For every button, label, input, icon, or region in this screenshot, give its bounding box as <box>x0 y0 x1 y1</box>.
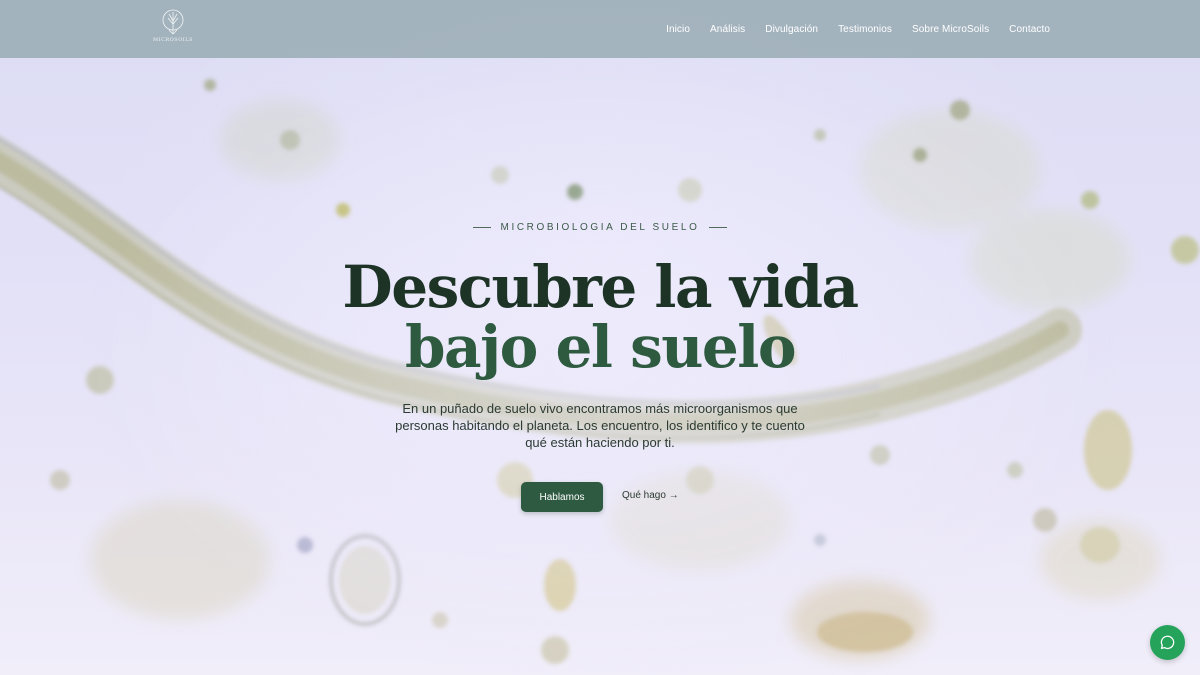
hero-section: MICROBIOLOGIA DEL SUELO Descubre la vida… <box>0 0 1200 675</box>
hablamos-button[interactable]: Hablamos <box>521 482 603 512</box>
hero-title-line2: bajo el suelo <box>404 313 797 381</box>
eyebrow-line-left <box>472 227 491 228</box>
hero-lead: En un puñado de suelo vivo encontramos m… <box>395 401 805 450</box>
eyebrow-line-right <box>709 227 728 228</box>
hero-title-line1: Descubre la vida <box>342 253 859 321</box>
whatsapp-chat-button[interactable] <box>1150 625 1185 660</box>
hero-eyebrow: MICROBIOLOGIA DEL SUELO <box>0 222 1200 233</box>
whatsapp-icon <box>1160 635 1175 650</box>
que-hago-link[interactable]: Qué hago → <box>622 490 679 504</box>
eyebrow-text: MICROBIOLOGIA DEL SUELO <box>500 222 700 233</box>
